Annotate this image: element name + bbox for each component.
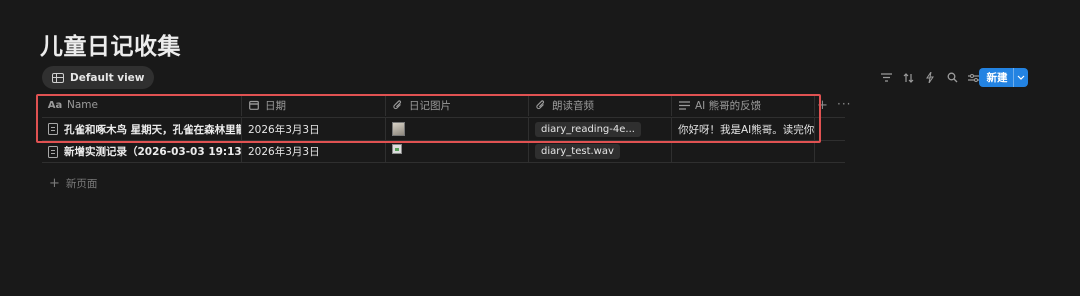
ai-feedback-text: 你好呀！我是AI熊哥。读完你的 [678, 123, 815, 136]
attachment-icon [392, 99, 404, 111]
more-options-icon[interactable]: ··· [837, 97, 851, 111]
table-row[interactable]: 新增实测记录（2026-03-03 19:13 CST） 2026年3月3日 d… [42, 140, 845, 163]
empty-cell [815, 118, 845, 140]
column-header-ai-feedback[interactable]: AI 熊哥的反馈 [672, 94, 815, 116]
date-cell[interactable]: 2026年3月3日 [242, 118, 386, 140]
plus-icon: + [49, 176, 60, 191]
column-header-label: 日期 [265, 99, 286, 112]
new-page-label: 新页面 [65, 178, 98, 190]
column-header-diary-image[interactable]: 日记图片 [386, 94, 529, 116]
image-cell[interactable] [386, 141, 529, 162]
column-header-reading-audio[interactable]: 朗读音频 [529, 94, 672, 116]
toolbar [875, 68, 985, 87]
audio-cell[interactable]: diary_reading-4e... [529, 118, 672, 140]
text-icon [678, 100, 690, 110]
column-header-label: AI 熊哥的反馈 [695, 99, 762, 112]
date-cell[interactable]: 2026年3月3日 [242, 141, 386, 162]
name-cell[interactable]: 新增实测记录（2026-03-03 19:13 CST） [42, 141, 242, 162]
new-page-button[interactable]: + 新页面 [49, 176, 97, 191]
filter-icon[interactable] [875, 68, 897, 87]
date-value: 2026年3月3日 [248, 146, 320, 158]
column-header-label: Name [67, 99, 98, 111]
page-icon [48, 123, 58, 135]
view-tab-label: Default view [70, 71, 145, 84]
new-button[interactable]: 新建 [979, 68, 1028, 87]
column-header-label: 朗读音频 [552, 99, 594, 112]
sort-icon[interactable] [897, 68, 919, 87]
audio-file-chip[interactable]: diary_test.wav [535, 144, 620, 159]
page-title: 儿童日记收集 [40, 34, 181, 60]
automation-icon[interactable] [919, 68, 941, 87]
table-row[interactable]: 孔雀和啄木鸟 星期天，孔雀在森林里散步 2026年3月3日 diary_read… [42, 117, 845, 140]
audio-file-chip[interactable]: diary_reading-4e... [535, 121, 641, 137]
row-title[interactable]: 新增实测记录（2026-03-03 19:13 CST） [64, 144, 241, 159]
column-header-name[interactable]: Aa Name [42, 94, 242, 116]
broken-image-icon[interactable] [392, 143, 402, 154]
name-cell[interactable]: 孔雀和啄木鸟 星期天，孔雀在森林里散步 [42, 118, 242, 140]
table-icon [52, 72, 64, 83]
attachment-icon [535, 99, 547, 111]
text-type-icon: Aa [47, 99, 63, 111]
ai-feedback-cell[interactable]: 你好呀！我是AI熊哥。读完你的 [672, 118, 815, 140]
column-header-label: 日记图片 [409, 99, 451, 112]
row-title[interactable]: 孔雀和啄木鸟 星期天，孔雀在森林里散步 [64, 122, 241, 137]
ai-feedback-cell[interactable] [672, 141, 815, 162]
table-header: Aa Name 日期 日记图片 朗读音频 AI 熊哥的反馈 [42, 94, 815, 116]
default-view-tab[interactable]: Default view [42, 66, 154, 89]
chevron-down-icon[interactable] [1013, 68, 1028, 87]
add-property-icon[interactable]: + [817, 98, 828, 113]
new-button-label: 新建 [986, 72, 1008, 84]
audio-cell[interactable]: diary_test.wav [529, 141, 672, 162]
search-icon[interactable] [941, 68, 963, 87]
page-icon [48, 145, 58, 158]
date-value: 2026年3月3日 [248, 123, 320, 136]
empty-cell [815, 141, 845, 162]
column-header-date[interactable]: 日期 [242, 94, 386, 116]
diary-image-thumbnail[interactable] [392, 122, 405, 136]
calendar-icon [248, 100, 260, 110]
image-cell[interactable] [386, 118, 529, 140]
